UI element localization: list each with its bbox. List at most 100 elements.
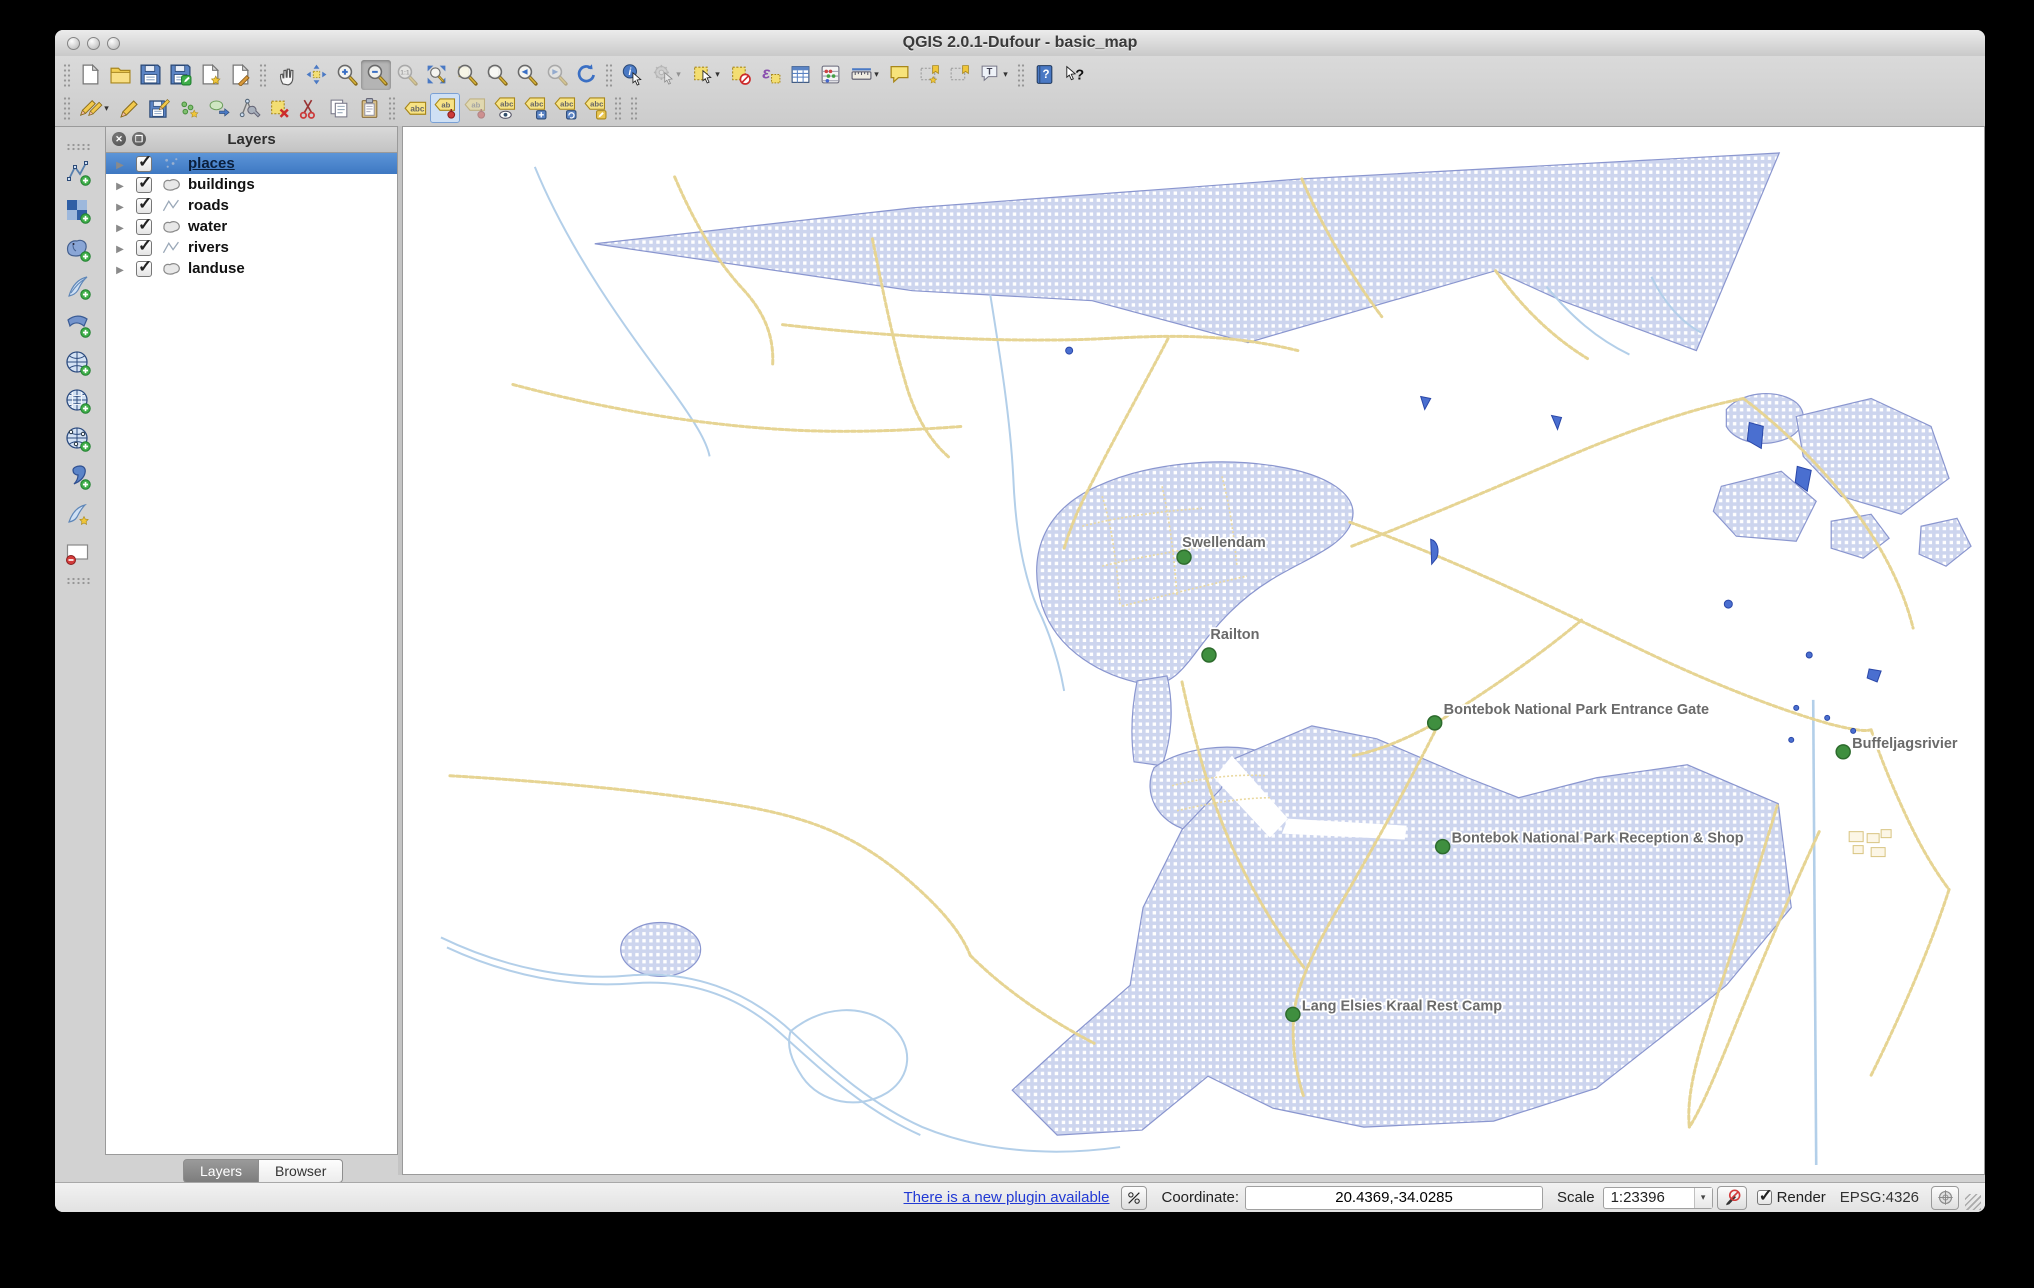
save-project-button[interactable] — [135, 60, 165, 90]
plugin-available-link[interactable]: There is a new plugin available — [904, 1189, 1110, 1206]
new-print-composer-button[interactable] — [195, 60, 225, 90]
expander-icon[interactable] — [114, 239, 126, 257]
map-canvas[interactable]: Swellendam Railton Bontebok National Park … — [402, 126, 1985, 1175]
layer-checkbox[interactable] — [136, 236, 152, 256]
render-checkbox[interactable] — [1756, 1186, 1773, 1206]
move-feature-button[interactable] — [204, 93, 234, 123]
layer-labeling-options-button[interactable] — [400, 93, 430, 123]
chevron-down-icon[interactable]: ▾ — [1693, 1187, 1712, 1208]
layer-checkbox[interactable] — [136, 152, 152, 172]
layer-checkbox[interactable] — [136, 173, 152, 193]
stop-rendering-button[interactable] — [1716, 1185, 1747, 1210]
toolbar-grip[interactable] — [63, 96, 71, 120]
toolbar-grip[interactable] — [65, 143, 90, 151]
add-mssql-layer-button[interactable] — [60, 307, 96, 343]
add-vector-layer-button[interactable] — [60, 155, 96, 191]
toolbar-grip[interactable] — [388, 96, 396, 120]
plugin-icon[interactable] — [1121, 1185, 1148, 1210]
add-wfs-layer-button[interactable] — [60, 421, 96, 457]
zoom-to-layer-button[interactable] — [481, 60, 511, 90]
coordinate-input[interactable] — [1245, 1185, 1544, 1210]
add-raster-layer-button[interactable] — [60, 193, 96, 229]
expander-icon[interactable] — [114, 176, 126, 194]
highlight-pinned-labels-button[interactable] — [460, 93, 490, 123]
save-layer-edits-button[interactable] — [144, 93, 174, 123]
change-label-button[interactable] — [580, 93, 610, 123]
pin-unpin-labels-button[interactable] — [430, 93, 460, 123]
toolbar-grip[interactable] — [259, 62, 267, 87]
zoom-full-button[interactable] — [421, 60, 451, 90]
move-label-button[interactable] — [520, 93, 550, 123]
add-wcs-layer-button[interactable] — [60, 383, 96, 419]
select-by-expression-button[interactable]: ε — [755, 60, 785, 90]
layer-row-water[interactable]: water — [106, 215, 397, 237]
pan-to-selection-button[interactable] — [301, 60, 331, 90]
show-bookmarks-button[interactable] — [944, 60, 974, 90]
zoom-out-button[interactable] — [361, 59, 391, 90]
current-edits-button[interactable] — [75, 93, 114, 123]
identify-features-button[interactable]: i — [617, 60, 647, 90]
cut-features-button[interactable] — [294, 93, 324, 123]
layer-checkbox[interactable] — [136, 215, 152, 235]
render-toggle[interactable]: Render — [1756, 1186, 1826, 1206]
select-features-button[interactable] — [686, 60, 725, 90]
layer-checkbox[interactable] — [136, 257, 152, 277]
layer-row-buildings[interactable]: buildings — [106, 173, 397, 195]
copy-features-button[interactable] — [324, 93, 354, 123]
layer-row-places[interactable]: places — [106, 152, 397, 174]
toolbar-grip[interactable] — [63, 62, 71, 87]
add-delimited-text-layer-button[interactable] — [60, 459, 96, 495]
add-feature-button[interactable] — [174, 93, 204, 123]
composer-manager-button[interactable] — [225, 60, 255, 90]
add-postgis-layer-button[interactable] — [60, 231, 96, 267]
zoom-last-button[interactable] — [511, 60, 541, 90]
measure-button[interactable] — [845, 60, 884, 90]
title-bar[interactable]: QGIS 2.0.1-Dufour - basic_map — [55, 30, 1985, 57]
toolbar-grip[interactable] — [605, 62, 613, 87]
layer-checkbox[interactable] — [136, 194, 152, 214]
zoom-next-button[interactable] — [541, 60, 571, 90]
new-bookmark-button[interactable] — [914, 60, 944, 90]
toolbar-grip[interactable] — [65, 577, 90, 585]
toolbar-grip[interactable] — [614, 96, 622, 120]
text-annotation-button[interactable]: T — [974, 60, 1013, 90]
expander-icon[interactable] — [114, 218, 126, 236]
node-tool-button[interactable] — [234, 93, 264, 123]
open-attribute-table-button[interactable] — [785, 60, 815, 90]
paste-features-button[interactable] — [354, 93, 384, 123]
save-project-as-button[interactable] — [165, 60, 195, 90]
pan-map-button[interactable] — [271, 60, 301, 90]
field-calculator-button[interactable] — [815, 60, 845, 90]
layer-row-landuse[interactable]: landuse — [106, 257, 397, 279]
run-feature-action-button[interactable] — [647, 60, 686, 90]
whats-this-button[interactable]: ? — [1059, 60, 1089, 90]
show-hide-labels-button[interactable] — [490, 93, 520, 123]
toolbar-grip[interactable] — [630, 96, 638, 120]
add-wms-layer-button[interactable] — [60, 345, 96, 381]
rotate-label-button[interactable] — [550, 93, 580, 123]
delete-selected-button[interactable] — [264, 93, 294, 123]
open-project-button[interactable] — [105, 60, 135, 90]
zoom-native-button[interactable]: 1:1 — [391, 60, 421, 90]
toggle-editing-button[interactable] — [114, 93, 144, 123]
expander-icon[interactable] — [114, 155, 126, 173]
map-tips-button[interactable] — [884, 60, 914, 90]
resize-grip[interactable] — [1965, 1193, 1981, 1210]
layer-row-roads[interactable]: roads — [106, 194, 397, 216]
zoom-in-button[interactable] — [331, 60, 361, 90]
zoom-to-selection-button[interactable] — [451, 60, 481, 90]
add-spatialite-layer-button[interactable] — [60, 269, 96, 305]
remove-layer-button[interactable] — [60, 535, 96, 571]
refresh-button[interactable] — [571, 60, 601, 90]
new-spatialite-layer-button[interactable] — [60, 497, 96, 533]
expander-icon[interactable] — [114, 260, 126, 278]
tab-browser[interactable]: Browser — [259, 1159, 344, 1183]
expander-icon[interactable] — [114, 197, 126, 215]
new-project-button[interactable] — [75, 60, 105, 90]
help-contents-button[interactable]: ? — [1029, 60, 1059, 90]
crs-status-button[interactable] — [1931, 1185, 1959, 1210]
scale-combobox[interactable]: 1:23396 ▾ — [1602, 1186, 1713, 1209]
deselect-features-button[interactable] — [725, 60, 755, 90]
toolbar-grip[interactable] — [1017, 62, 1025, 87]
layer-row-rivers[interactable]: rivers — [106, 236, 397, 258]
